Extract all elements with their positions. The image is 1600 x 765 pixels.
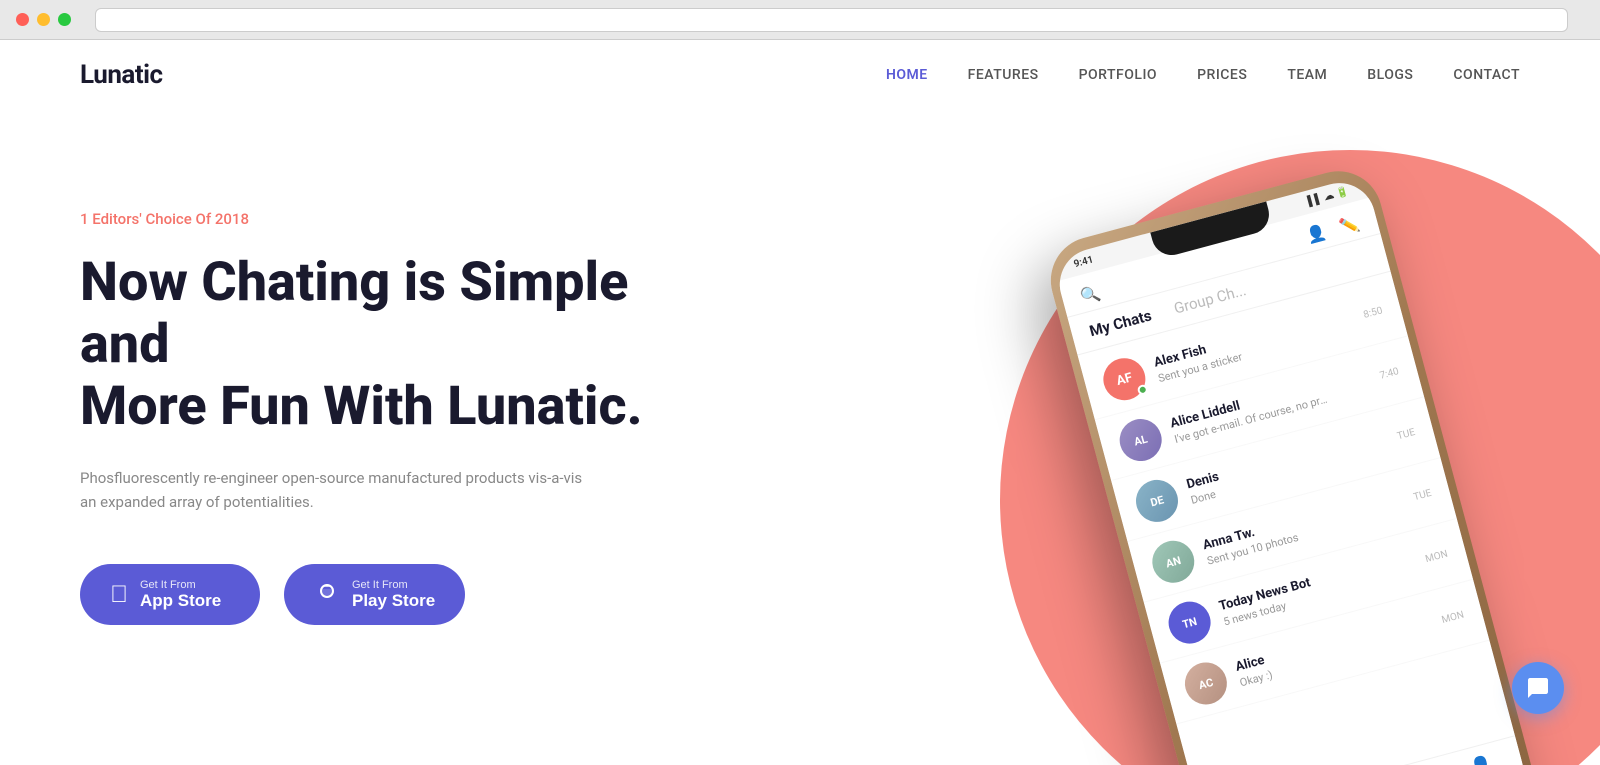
playstore-small-text: Get It From: [352, 579, 408, 591]
cta-buttons:  Get It From App Store: [80, 564, 660, 625]
avatar-alex: AF: [1099, 353, 1150, 404]
avatar-denis: DE: [1131, 475, 1182, 526]
bottom-nav-bar: 📷 Photo 📞 Calls 💬 Chats: [1202, 735, 1530, 765]
avatar-newsbot: TN: [1164, 597, 1215, 648]
tab-me[interactable]: 👤 Me: [1468, 753, 1498, 765]
me-icon: 👤: [1468, 753, 1495, 765]
dot-red[interactable]: [16, 13, 29, 26]
hero-tagline: 1 Editors' Choice Of 2018: [80, 210, 660, 228]
app-content: 🔍 👤 ✏️ My Chats Group Ch...: [1058, 197, 1530, 765]
avatar-alicel-wrap: AL: [1115, 414, 1166, 465]
avatar-alice-liddell: AL: [1115, 414, 1166, 465]
chat-time-alice: MON: [1440, 609, 1465, 626]
appstore-button-text: Get It From App Store: [140, 579, 221, 611]
dot-green[interactable]: [58, 13, 71, 26]
hero-title-line2: More Fun With Lunatic.: [80, 375, 643, 438]
avatar-denis-wrap: DE: [1131, 475, 1182, 526]
android-icon: [314, 578, 340, 611]
apple-icon: : [110, 581, 128, 609]
profile-icon[interactable]: 👤: [1304, 222, 1328, 246]
status-time: 9:41: [1073, 254, 1095, 270]
hero-section: 1 Editors' Choice Of 2018 Now Chating is…: [0, 110, 1600, 750]
playstore-large-text: Play Store: [352, 591, 435, 611]
search-icon[interactable]: 🔍: [1078, 283, 1102, 307]
hero-left: 1 Editors' Choice Of 2018 Now Chating is…: [80, 150, 660, 625]
appstore-large-text: App Store: [140, 591, 221, 611]
chat-time-alex: 8:50: [1362, 305, 1383, 321]
appstore-small-text: Get It From: [140, 579, 196, 591]
phone-screen: 9:41 ▌▌ ☁ 🔋 🔍 👤 ✏️: [1052, 175, 1535, 765]
phone-mockup: 9:41 ▌▌ ☁ 🔋 🔍 👤 ✏️: [1060, 190, 1580, 765]
chat-list: AF Alex Fish Sent you a sticker 8:50: [1078, 272, 1491, 729]
hero-title: Now Chating is Simple and More Fun With …: [80, 252, 660, 438]
nav: HOME FEATURES PORTFOLIO PRICES TEAM BLOG…: [886, 67, 1520, 83]
nav-item-blogs[interactable]: BLOGS: [1367, 67, 1413, 83]
avatar-alex-wrap: AF: [1099, 353, 1150, 404]
playstore-button[interactable]: Get It From Play Store: [284, 564, 465, 625]
chat-time-denis: TUE: [1396, 426, 1416, 441]
nav-item-home[interactable]: HOME: [886, 67, 928, 83]
page: Lunatic HOME FEATURES PORTFOLIO PRICES T…: [0, 40, 1600, 765]
nav-item-portfolio[interactable]: PORTFOLIO: [1079, 67, 1157, 83]
logo: Lunatic: [80, 60, 163, 90]
hero-title-line1: Now Chating is Simple and: [80, 251, 628, 376]
nav-item-contact[interactable]: CONTACT: [1453, 67, 1520, 83]
phone-outer: 9:41 ▌▌ ☁ 🔋 🔍 👤 ✏️: [1041, 161, 1545, 765]
chat-time-anna: TUE: [1412, 487, 1432, 502]
chat-time-alicel: 7:40: [1379, 366, 1400, 382]
dot-yellow[interactable]: [37, 13, 50, 26]
playstore-button-text: Get It From Play Store: [352, 579, 435, 611]
chat-bubble-button[interactable]: [1512, 662, 1564, 714]
avatar-newsbot-wrap: TN: [1164, 597, 1215, 648]
appstore-button[interactable]:  Get It From App Store: [80, 564, 260, 625]
browser-chrome: [0, 0, 1600, 40]
header: Lunatic HOME FEATURES PORTFOLIO PRICES T…: [0, 40, 1600, 110]
nav-item-team[interactable]: TEAM: [1287, 67, 1327, 83]
avatar-anna-wrap: AN: [1148, 536, 1199, 587]
avatar-alice: AC: [1180, 658, 1231, 709]
chat-time-newsbot: MON: [1424, 548, 1449, 565]
avatar-alice-wrap: AC: [1180, 658, 1231, 709]
url-bar[interactable]: [95, 8, 1568, 32]
hero-right: 9:41 ▌▌ ☁ 🔋 🔍 👤 ✏️: [780, 90, 1600, 765]
avatar-anna: AN: [1148, 536, 1199, 587]
compose-icon[interactable]: ✏️: [1337, 214, 1361, 238]
nav-item-prices[interactable]: PRICES: [1197, 67, 1247, 83]
hero-description: Phosfluorescently re-engineer open-sourc…: [80, 466, 600, 514]
status-icons: ▌▌ ☁ 🔋: [1307, 186, 1350, 207]
nav-item-features[interactable]: FEATURES: [968, 67, 1039, 83]
